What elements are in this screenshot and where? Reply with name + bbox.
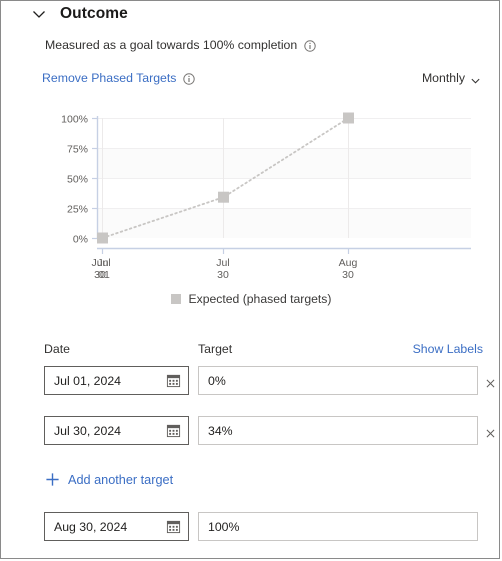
add-another-target-button[interactable]: Add another target — [45, 472, 173, 487]
date-input-1[interactable]: Jul 01, 2024 — [44, 366, 189, 395]
calendar-icon[interactable] — [166, 423, 181, 438]
svg-text:Jul: Jul — [216, 257, 229, 269]
calendar-icon[interactable] — [166, 373, 181, 388]
date-input-2[interactable]: Jul 30, 2024 — [44, 416, 189, 445]
svg-text:75%: 75% — [67, 144, 88, 156]
svg-text:Aug: Aug — [339, 257, 358, 269]
date-input-3[interactable]: Aug 30, 2024 — [44, 512, 189, 541]
chevron-down-icon[interactable] — [31, 6, 47, 22]
info-icon[interactable] — [183, 72, 196, 85]
legend-label-expected: Expected (phased targets) — [188, 292, 332, 306]
chart-y-tick-labels: 100% 75% 50% 25% 0% — [61, 114, 88, 246]
targets-table-header: Date Target Show Labels — [1, 342, 499, 358]
chart-y-ticks — [92, 117, 98, 240]
target-input-2-value: 34% — [208, 423, 233, 438]
calendar-icon[interactable] — [166, 519, 181, 534]
info-icon[interactable] — [304, 39, 316, 52]
outcome-section-header[interactable]: Outcome — [31, 5, 128, 23]
chart-x-tick-labels: Jun 30 Jul 01 Jul 30 Aug 30 — [92, 257, 358, 281]
close-icon — [486, 426, 495, 437]
cadence-dropdown[interactable]: Monthly — [422, 71, 481, 85]
chart-x-ticks — [101, 248, 350, 254]
remove-phased-targets-row[interactable]: Remove Phased Targets — [42, 71, 196, 85]
svg-text:01: 01 — [98, 269, 110, 281]
svg-text:0%: 0% — [73, 234, 88, 246]
close-icon — [486, 376, 495, 387]
measure-description-text: Measured as a goal towards 100% completi… — [45, 38, 298, 52]
chevron-down-icon[interactable] — [470, 73, 481, 84]
chart-canvas: 100% 75% 50% 25% 0% Jun 30 Jul 01 Jul 30 — [61, 112, 471, 281]
show-labels-link[interactable]: Show Labels — [413, 342, 483, 356]
table-row: Jul 01, 2024 0% — [1, 366, 499, 396]
svg-text:50%: 50% — [67, 174, 88, 186]
legend-swatch-expected — [170, 294, 181, 304]
plus-icon — [45, 472, 60, 487]
table-row: Aug 30, 2024 100% — [1, 512, 499, 542]
target-input-1[interactable]: 0% — [198, 366, 478, 395]
target-input-2[interactable]: 34% — [198, 416, 478, 445]
target-input-3[interactable]: 100% — [198, 512, 478, 541]
svg-text:30: 30 — [342, 269, 354, 281]
add-another-target-label: Add another target — [68, 472, 174, 487]
page-title: Outcome — [60, 5, 128, 22]
remove-target-button-1[interactable] — [483, 373, 497, 387]
measure-description: Measured as a goal towards 100% completi… — [45, 38, 316, 52]
svg-text:100%: 100% — [61, 114, 88, 126]
target-input-3-value: 100% — [208, 519, 240, 534]
phased-targets-chart: 100% 75% 50% 25% 0% Jun 30 Jul 01 Jul 30 — [1, 105, 499, 285]
remove-phased-targets-link[interactable]: Remove Phased Targets — [42, 71, 176, 85]
remove-target-button-2[interactable] — [483, 423, 497, 437]
date-input-3-value: Aug 30, 2024 — [54, 519, 128, 534]
svg-text:Jul: Jul — [97, 257, 110, 269]
data-point-marker[interactable] — [343, 112, 354, 124]
svg-text:30: 30 — [217, 269, 229, 281]
chart-legend[interactable]: Expected (phased targets) — [1, 292, 499, 306]
date-input-1-value: Jul 01, 2024 — [54, 373, 122, 388]
outcome-panel: Outcome Measured as a goal towards 100% … — [0, 0, 500, 559]
date-input-2-value: Jul 30, 2024 — [54, 423, 122, 438]
data-point-marker[interactable] — [97, 232, 108, 244]
data-point-marker[interactable] — [218, 191, 229, 203]
cadence-dropdown-value: Monthly — [421, 71, 465, 85]
column-header-target: Target — [198, 342, 233, 356]
table-row: Jul 30, 2024 34% — [1, 416, 499, 446]
target-input-1-value: 0% — [208, 373, 226, 388]
column-header-date: Date — [44, 342, 70, 356]
svg-text:25%: 25% — [67, 204, 88, 216]
